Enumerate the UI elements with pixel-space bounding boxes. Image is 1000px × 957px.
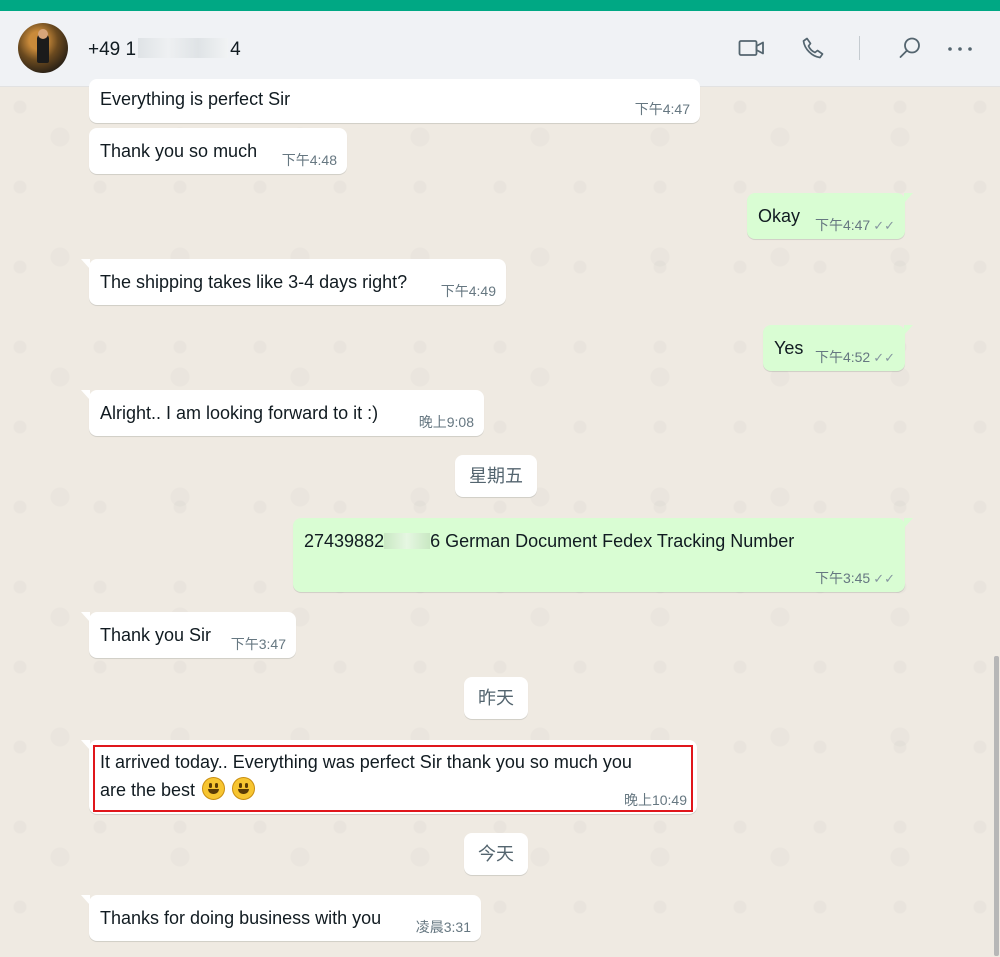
message-outgoing[interactable]: 27439882 6 German Document Fedex Tracking… (293, 518, 913, 592)
date-separator: 今天 (464, 833, 528, 875)
message-outgoing[interactable]: Okay 下午4:47 ✓✓ (747, 193, 913, 239)
redacted-tracking-digits (384, 533, 431, 549)
message-text: It arrived today.. Everything was perfec… (100, 748, 632, 804)
message-text-end: are the best (100, 780, 196, 800)
message-outgoing[interactable]: Yes 下午4:52 ✓✓ (763, 325, 913, 371)
redacted-number (138, 38, 229, 58)
message-text-line: It arrived today.. Everything was perfec… (100, 752, 632, 772)
bubble-tail (81, 740, 90, 750)
bubble-tail (81, 259, 90, 269)
message-incoming[interactable]: Thanks for doing business with you 凌晨3:3… (81, 895, 481, 941)
message-time: 下午3:47 (230, 636, 286, 652)
video-call-icon[interactable] (738, 38, 765, 58)
message-time: 晚上9:08 (418, 414, 474, 430)
message-text: Thank you Sir (100, 625, 212, 645)
message-incoming[interactable]: Thank you Sir 下午3:47 (81, 612, 296, 658)
double-check-icon: ✓✓ (873, 350, 895, 365)
search-icon[interactable] (898, 36, 922, 60)
message-time: 晚上10:49 (623, 792, 687, 808)
chat-scrollbar[interactable] (994, 656, 999, 956)
smiley-emoji-icon (232, 777, 256, 800)
message-time-label: 下午4:52 (814, 349, 871, 365)
message-incoming[interactable]: Everything is perfect Sir 下午4:47 (89, 79, 700, 123)
message-incoming[interactable]: Thank you so much 下午4:48 (89, 128, 347, 174)
message-time: 下午3:45 ✓✓ (815, 568, 895, 588)
tracking-text: 6 German Document Fedex Tracking Number (430, 531, 795, 551)
message-text: Okay (758, 206, 801, 226)
bubble-tail (81, 895, 90, 905)
message-incoming[interactable]: The shipping takes like 3-4 days right? … (81, 259, 506, 305)
date-separator: 星期五 (455, 455, 537, 497)
message-time: 下午4:49 (440, 283, 496, 299)
message-text: Everything is perfect Sir (100, 89, 291, 109)
message-text: Yes (774, 338, 804, 358)
message-text: Alright.. I am looking forward to it :) (100, 403, 379, 423)
smiley-emoji-icon (202, 777, 226, 800)
tracking-number-prefix: 27439882 (304, 531, 385, 551)
message-text: 27439882 6 German Document Fedex Tracking… (304, 527, 794, 555)
message-text: Thanks for doing business with you (100, 908, 382, 928)
message-text: The shipping takes like 3-4 days right? (100, 272, 408, 292)
date-separator: 昨天 (464, 677, 528, 719)
message-text: Thank you so much (100, 141, 258, 161)
more-options-icon[interactable] (947, 46, 973, 52)
message-time: 下午4:47 (634, 101, 690, 117)
contact-name[interactable]: +49 1 4 (88, 38, 241, 61)
contact-avatar[interactable] (18, 23, 68, 73)
message-incoming[interactable]: Alright.. I am looking forward to it :) … (81, 390, 484, 436)
message-time: 下午4:52 ✓✓ (815, 347, 895, 367)
bubble-tail (904, 518, 913, 528)
message-time-label: 下午4:47 (814, 217, 871, 233)
bubble-tail (904, 193, 913, 203)
double-check-icon: ✓✓ (873, 218, 895, 233)
contact-name-prefix: +49 1 (88, 39, 137, 60)
contact-name-suffix: 4 (230, 39, 241, 60)
message-time-label: 下午3:45 (814, 570, 871, 586)
bubble-tail (81, 612, 90, 622)
double-check-icon: ✓✓ (873, 571, 895, 586)
header-separator (859, 36, 860, 60)
message-time: 凌晨3:31 (415, 919, 471, 935)
message-time: 下午4:47 ✓✓ (815, 215, 895, 235)
avatar-head (38, 29, 48, 39)
bubble-tail (904, 325, 913, 335)
message-time: 下午4:48 (281, 152, 337, 168)
voice-call-icon[interactable] (801, 36, 825, 60)
chat-header: +49 1 4 (0, 11, 1000, 87)
message-text-line: are the best (100, 776, 632, 804)
top-accent-bar (0, 0, 1000, 11)
message-incoming[interactable]: It arrived today.. Everything was perfec… (81, 740, 697, 814)
bubble-tail (81, 390, 90, 400)
